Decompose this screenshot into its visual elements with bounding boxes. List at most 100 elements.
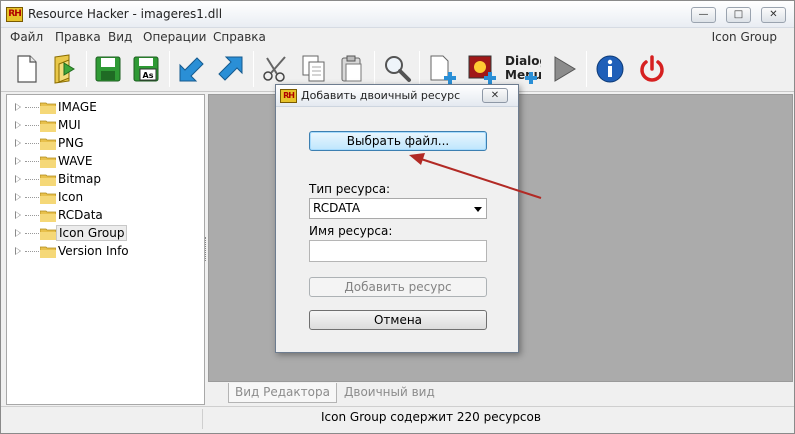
expand-arrow-icon[interactable] — [15, 103, 21, 111]
tree-connector — [25, 179, 39, 180]
expand-arrow-icon[interactable] — [15, 247, 21, 255]
resource-type-label: Тип ресурса: — [309, 182, 391, 196]
add-dialog-menu-icon[interactable]: DialogMenu — [503, 52, 548, 86]
tree-item-label: Icon Group — [56, 225, 128, 241]
save-icon[interactable] — [91, 52, 125, 86]
resource-tree: IMAGE MUI PNG WAVE Bitmap Icon RCData Icon Grou… — [6, 94, 205, 405]
expand-arrow-icon[interactable] — [15, 211, 21, 219]
tree-item-label: Bitmap — [58, 172, 101, 186]
folder-icon — [40, 102, 56, 114]
folder-icon — [40, 246, 56, 258]
tree-item[interactable]: Icon — [7, 189, 204, 207]
tree-connector — [25, 125, 39, 126]
power-icon[interactable] — [635, 52, 669, 86]
open-file-icon[interactable] — [47, 52, 81, 86]
cut-icon[interactable] — [259, 52, 293, 86]
paste-icon[interactable] — [335, 52, 369, 86]
app-icon: RH — [6, 7, 23, 22]
status-text: Icon Group содержит 220 ресурсов — [321, 410, 541, 424]
dialog-close-button[interactable]: ✕ — [482, 88, 508, 103]
cancel-button[interactable]: Отмена — [309, 310, 487, 330]
add-resource-icon[interactable] — [425, 52, 459, 86]
tab-binary-view[interactable]: Двоичный вид — [338, 383, 441, 403]
dialog-title: Добавить двоичный ресурс — [301, 89, 461, 102]
tree-item[interactable]: PNG — [7, 135, 204, 153]
toolbar-separator — [586, 51, 587, 87]
folder-icon — [40, 138, 56, 150]
status-left-pane — [3, 409, 203, 429]
tree-item-label: WAVE — [58, 154, 93, 168]
window-title: Resource Hacker - imageres1.dll — [28, 7, 223, 21]
add-resource-button[interactable]: Добавить ресурс — [309, 277, 487, 297]
tree-connector — [25, 197, 39, 198]
tree-connector — [25, 215, 39, 216]
minimize-button[interactable]: — — [691, 7, 716, 23]
expand-arrow-icon[interactable] — [15, 139, 21, 147]
tab-editor-view[interactable]: Вид Редактора — [228, 383, 337, 403]
tree-item[interactable]: WAVE — [7, 153, 204, 171]
menu-view[interactable]: Вид — [108, 30, 132, 44]
tree-item[interactable]: RCData — [7, 207, 204, 225]
expand-arrow-icon[interactable] — [15, 229, 21, 237]
tree-item-label: RCData — [58, 208, 103, 222]
current-resource-label: Icon Group — [711, 30, 777, 44]
chevron-down-icon[interactable] — [474, 207, 482, 212]
resource-name-input[interactable] — [309, 240, 487, 262]
tree-item[interactable]: Icon Group — [7, 225, 204, 243]
dialog-title-bar[interactable]: RH Добавить двоичный ресурс ✕ — [276, 85, 518, 107]
menu-file[interactable]: Файл — [10, 30, 43, 44]
dialog-app-icon: RH — [280, 89, 297, 103]
tree-connector — [25, 251, 39, 252]
tree-item-label: IMAGE — [58, 100, 97, 114]
resource-type-select[interactable]: RCDATA — [309, 198, 487, 219]
dialog-menu-label-top: Dialog — [505, 54, 541, 68]
save-as-label: As — [143, 71, 154, 80]
toolbar-separator — [419, 51, 420, 87]
run-script-icon[interactable] — [547, 52, 581, 86]
tree-item[interactable]: MUI — [7, 117, 204, 135]
expand-arrow-icon[interactable] — [15, 121, 21, 129]
folder-icon — [40, 210, 56, 222]
tree-connector — [25, 233, 39, 234]
title-bar[interactable]: RH Resource Hacker - imageres1.dll — □ ✕ — [1, 1, 794, 28]
expand-arrow-icon[interactable] — [15, 193, 21, 201]
new-file-icon[interactable] — [9, 52, 43, 86]
toolbar-separator — [169, 51, 170, 87]
choose-file-button[interactable]: Выбрать файл... — [309, 131, 487, 151]
tree-item-label: PNG — [58, 136, 84, 150]
menu-edit[interactable]: Правка — [55, 30, 101, 44]
forward-icon[interactable] — [213, 52, 247, 86]
tree-item[interactable]: IMAGE — [7, 99, 204, 117]
toolbar-separator — [253, 51, 254, 87]
toolbar-separator — [374, 51, 375, 87]
status-bar: Icon Group содержит 220 ресурсов — [1, 406, 794, 433]
tree-connector — [25, 161, 39, 162]
expand-arrow-icon[interactable] — [15, 157, 21, 165]
menu-help[interactable]: Справка — [213, 30, 266, 44]
view-tabs: Вид Редактора Двоичный вид — [208, 382, 793, 405]
tree-connector — [25, 107, 39, 108]
tree-connector — [25, 143, 39, 144]
tree-item[interactable]: Bitmap — [7, 171, 204, 189]
tree-item[interactable]: Version Info — [7, 243, 204, 261]
menu-operations[interactable]: Операции — [143, 30, 206, 44]
main-window: RH Resource Hacker - imageres1.dll — □ ✕… — [0, 0, 795, 434]
maximize-button[interactable]: □ — [726, 7, 751, 23]
folder-icon — [40, 156, 56, 168]
close-button[interactable]: ✕ — [761, 7, 786, 23]
back-icon[interactable] — [175, 52, 209, 86]
copy-icon[interactable] — [297, 52, 331, 86]
find-icon[interactable] — [380, 52, 414, 86]
folder-icon — [40, 228, 56, 240]
menu-bar: Файл Правка Вид Операции Справка Icon Gr… — [1, 29, 794, 46]
info-icon[interactable] — [593, 52, 627, 86]
save-as-icon[interactable]: As — [129, 52, 163, 86]
tree-item-label: MUI — [58, 118, 81, 132]
expand-arrow-icon[interactable] — [15, 175, 21, 183]
resource-type-value: RCDATA — [313, 201, 361, 215]
add-image-icon[interactable] — [465, 52, 499, 86]
folder-icon — [40, 174, 56, 186]
add-binary-resource-dialog: RH Добавить двоичный ресурс ✕ Выбрать фа… — [275, 84, 519, 353]
resource-name-label: Имя ресурса: — [309, 224, 393, 238]
toolbar-separator — [86, 51, 87, 87]
